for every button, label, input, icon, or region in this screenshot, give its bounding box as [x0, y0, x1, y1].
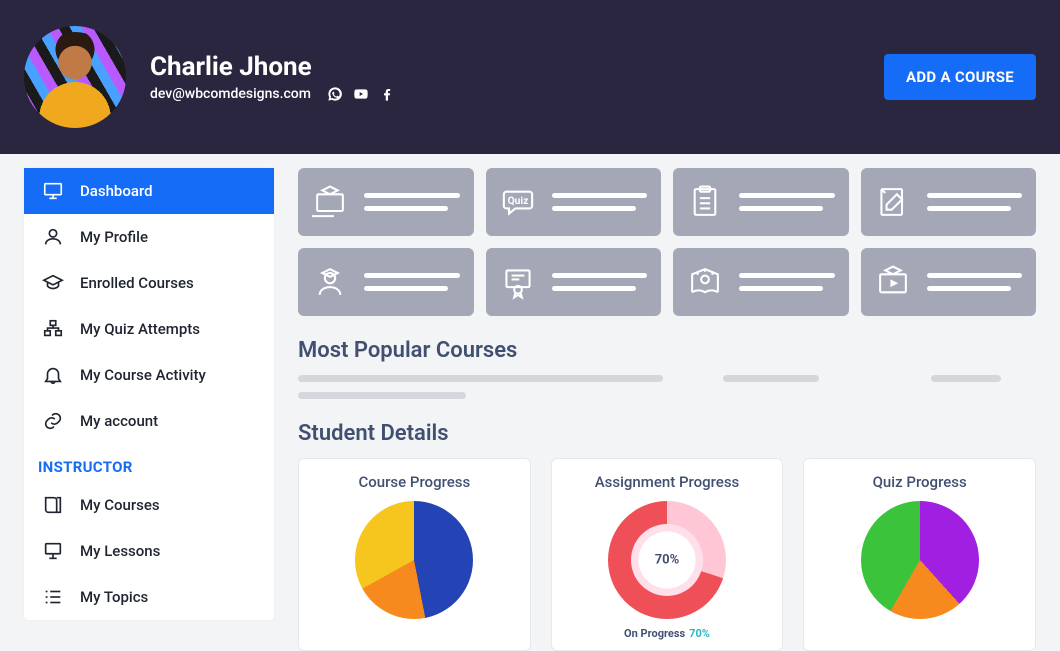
detail-cards: Course Progress Assignment Progress 70% …: [298, 458, 1036, 651]
list-icon: [42, 586, 64, 608]
user-info: Charlie Jhone dev@wbcomdesigns.com: [150, 52, 884, 102]
bell-icon: [42, 364, 64, 386]
stat-card[interactable]: [861, 168, 1037, 236]
course-progress-chart: [355, 501, 473, 619]
sidebar: Dashboard My Profile Enrolled Courses My Qu…: [24, 168, 274, 620]
nav-label: My Topics: [80, 588, 148, 606]
profile-header: Charlie Jhone dev@wbcomdesigns.com ADD A…: [0, 0, 1060, 154]
clipboard-icon: [685, 182, 725, 222]
board-icon: [42, 540, 64, 562]
youtube-icon[interactable]: [353, 86, 369, 102]
nav-label: Dashboard: [80, 182, 153, 200]
idea-book-icon: [685, 262, 725, 302]
course-progress-card: Course Progress: [298, 458, 531, 651]
social-links: [327, 86, 395, 102]
certificate-icon: [498, 262, 538, 302]
nav-my-courses[interactable]: My Courses: [24, 482, 274, 528]
card-title: Quiz Progress: [873, 473, 967, 491]
quiz-progress-chart: [861, 501, 979, 619]
book-icon: [42, 494, 64, 516]
assignment-progress-card: Assignment Progress 70% On Progress70%: [551, 458, 784, 651]
popular-courses-title: Most Popular Courses: [298, 338, 1036, 363]
avatar[interactable]: [24, 26, 126, 128]
monitor-icon: [42, 180, 64, 202]
main-content: Quiz Most Popular Courses Student Detail…: [298, 168, 1036, 651]
stat-card[interactable]: [673, 168, 849, 236]
nav-label: My Lessons: [80, 542, 160, 560]
nav-enrolled-courses[interactable]: Enrolled Courses: [24, 260, 274, 306]
instructor-label: INSTRUCTOR: [24, 444, 274, 482]
whatsapp-icon[interactable]: [327, 86, 343, 102]
stat-card[interactable]: Quiz: [486, 168, 662, 236]
nav-dashboard[interactable]: Dashboard: [24, 168, 274, 214]
assignment-progress-caption: On Progress70%: [624, 627, 710, 640]
assignment-progress-value: 70%: [655, 553, 680, 568]
student-details-title: Student Details: [298, 421, 1036, 446]
nav-my-course-activity[interactable]: My Course Activity: [24, 352, 274, 398]
nav-label: My account: [80, 412, 158, 430]
nav-my-account[interactable]: My account: [24, 398, 274, 444]
monitor-grad-icon: [310, 182, 350, 222]
user-icon: [42, 226, 64, 248]
nav-label: My Quiz Attempts: [80, 320, 200, 338]
link-icon: [42, 410, 64, 432]
stat-card[interactable]: [486, 248, 662, 316]
card-title: Course Progress: [358, 473, 470, 491]
quiz-bubble-icon: Quiz: [498, 182, 538, 222]
nav-my-quiz-attempts[interactable]: My Quiz Attempts: [24, 306, 274, 352]
org-icon: [42, 318, 64, 340]
facebook-icon[interactable]: [379, 86, 395, 102]
nav-label: My Profile: [80, 228, 148, 246]
nav-my-profile[interactable]: My Profile: [24, 214, 274, 260]
nav-label: Enrolled Courses: [80, 274, 194, 292]
quiz-progress-card: Quiz Progress: [803, 458, 1036, 651]
note-pencil-icon: [873, 182, 913, 222]
user-email: dev@wbcomdesigns.com: [150, 86, 311, 102]
student-icon: [310, 262, 350, 302]
gradcap-icon: [42, 272, 64, 294]
user-name: Charlie Jhone: [150, 52, 884, 82]
card-title: Assignment Progress: [595, 473, 740, 491]
svg-text:Quiz: Quiz: [507, 194, 528, 207]
popular-courses-skeleton: [298, 375, 1036, 399]
stat-card[interactable]: [298, 248, 474, 316]
stat-card[interactable]: [298, 168, 474, 236]
stat-card[interactable]: [861, 248, 1037, 316]
add-course-button[interactable]: ADD A COURSE: [884, 54, 1036, 100]
stat-cards: Quiz: [298, 168, 1036, 316]
nav-label: My Courses: [80, 496, 160, 514]
stat-card[interactable]: [673, 248, 849, 316]
video-grad-icon: [873, 262, 913, 302]
nav-label: My Course Activity: [80, 366, 206, 384]
nav-my-lessons[interactable]: My Lessons: [24, 528, 274, 574]
nav-my-topics[interactable]: My Topics: [24, 574, 274, 620]
